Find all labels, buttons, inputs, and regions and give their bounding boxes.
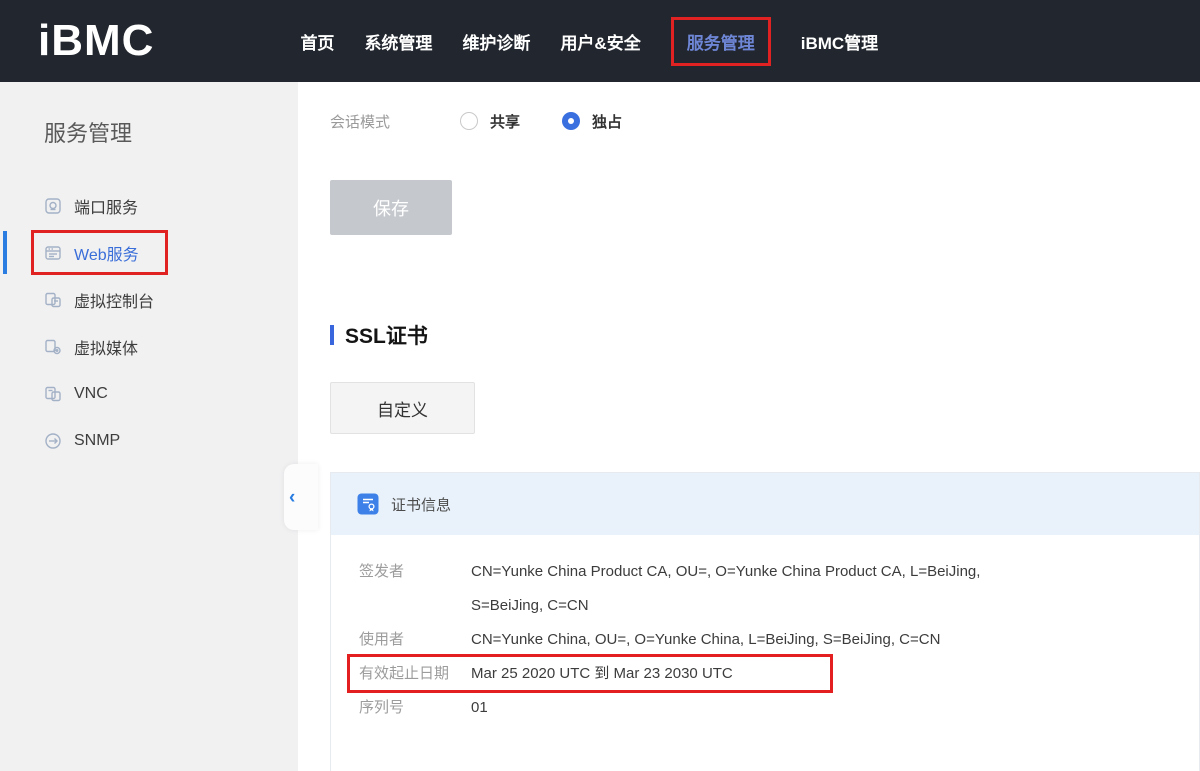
virtual-media-icon [44,338,62,356]
section-accent-bar [330,325,334,345]
cert-row-label: 有效起止日期 [359,657,471,691]
port-service-icon [44,197,62,215]
radio-exclusive-circle[interactable] [562,112,580,130]
cert-row-value: CN=Yunke China Product CA, OU=, O=Yunke … [471,555,1031,623]
certificate-panel-header: 证书信息 [331,473,1199,535]
sidebar-item-label: Web服务 [74,241,139,265]
sidebar-menu: 端口服务 Web服务 虚拟控制台 虚拟媒体 [0,182,298,464]
radio-shared-circle[interactable] [460,112,478,130]
sidebar-item-port-service[interactable]: 端口服务 [0,182,298,229]
ibmc-logo: iBMC [38,16,154,66]
sidebar-item-label: SNMP [74,432,120,450]
top-bar: iBMC 首页 系统管理 维护诊断 用户&安全 服务管理 iBMC管理 [0,0,1200,82]
nav-item-maintenance-diagnosis[interactable]: 维护诊断 [462,29,530,54]
customize-button[interactable]: 自定义 [330,382,475,434]
nav-item-system-management[interactable]: 系统管理 [364,29,432,54]
ssl-certificate-title: SSL证书 [345,320,428,350]
sidebar-item-virtual-console[interactable]: 虚拟控制台 [0,276,298,323]
radio-exclusive-label: 独占 [592,111,622,132]
cert-row-value: CN=Yunke China, OU=, O=Yunke China, L=Be… [471,623,940,657]
cert-row-value: Mar 25 2020 UTC 到 Mar 23 2030 UTC [471,657,733,691]
top-navigation: 首页 系统管理 维护诊断 用户&安全 服务管理 iBMC管理 [300,17,878,66]
cert-row-value: 01 [471,691,488,725]
certificate-panel-title: 证书信息 [391,494,451,515]
vnc-icon [44,385,62,403]
cert-row-validity: 有效起止日期 Mar 25 2020 UTC 到 Mar 23 2030 UTC [359,657,1169,691]
certificate-info-panel: 证书信息 签发者 CN=Yunke China Product CA, OU=,… [330,472,1200,771]
main-layout: 服务管理 端口服务 Web服务 虚拟控制台 [0,82,1200,771]
cert-row-serial-number: 序列号 01 [359,691,1169,725]
certificate-panel-body: 签发者 CN=Yunke China Product CA, OU=, O=Yu… [331,535,1199,771]
session-mode-row: 会话模式 共享 独占 [330,110,1200,132]
sidebar-item-label: 虚拟媒体 [74,335,138,359]
active-item-accent-bar [3,231,7,274]
cert-row-label: 签发者 [359,555,471,623]
chevron-left-icon: ‹ [289,488,295,507]
sidebar-item-web-service[interactable]: Web服务 [0,229,298,276]
web-service-icon [44,244,62,262]
sidebar-item-label: VNC [74,385,108,403]
certificate-icon [357,493,379,515]
main-content: 会话模式 共享 独占 保存 SSL证书 自定义 [298,82,1200,771]
cert-row-subject: 使用者 CN=Yunke China, OU=, O=Yunke China, … [359,623,1169,657]
sidebar-title: 服务管理 [0,82,298,148]
sidebar-item-vnc[interactable]: VNC [0,370,298,417]
cert-row-issuer: 签发者 CN=Yunke China Product CA, OU=, O=Yu… [359,555,1169,623]
radio-shared[interactable]: 共享 [460,111,520,132]
nav-item-service-management[interactable]: 服务管理 [671,17,771,66]
sidebar-collapse-toggle[interactable]: ‹ [284,464,318,530]
radio-shared-label: 共享 [490,111,520,132]
nav-item-home[interactable]: 首页 [300,29,334,54]
save-button[interactable]: 保存 [330,180,452,235]
nav-item-ibmc-management[interactable]: iBMC管理 [801,29,878,54]
nav-item-user-security[interactable]: 用户&安全 [560,29,640,54]
cert-row-label: 使用者 [359,623,471,657]
sidebar-item-snmp[interactable]: SNMP [0,417,298,464]
sidebar-item-virtual-media[interactable]: 虚拟媒体 [0,323,298,370]
session-mode-label: 会话模式 [330,111,460,132]
cert-row-label: 序列号 [359,691,471,725]
sidebar: 服务管理 端口服务 Web服务 虚拟控制台 [0,82,298,771]
radio-exclusive[interactable]: 独占 [562,111,622,132]
sidebar-item-label: 端口服务 [74,194,138,218]
virtual-console-icon [44,291,62,309]
snmp-icon [44,432,62,450]
ssl-certificate-section-header: SSL证书 [330,320,1200,350]
sidebar-item-label: 虚拟控制台 [74,288,154,312]
